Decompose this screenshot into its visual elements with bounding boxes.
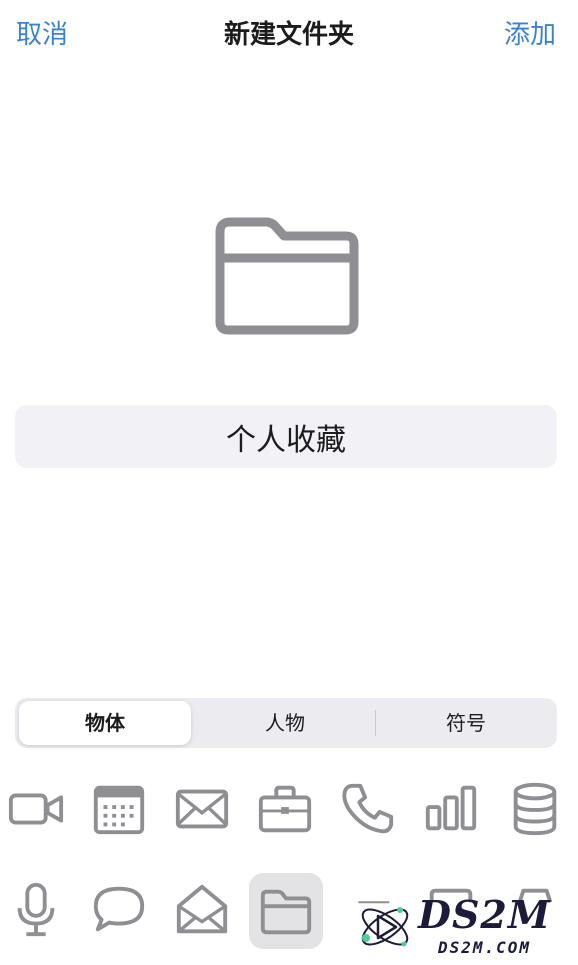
segment-symbols[interactable]: 符号 [377, 701, 555, 745]
phone-icon[interactable] [333, 774, 403, 844]
speech-bubble-icon[interactable] [84, 875, 154, 945]
video-icon[interactable] [1, 774, 71, 844]
segment-objects[interactable]: 物体 [19, 701, 191, 745]
bar-chart-icon[interactable] [416, 774, 486, 844]
watermark-subtext: DS2M.COM [438, 938, 532, 957]
add-button[interactable]: 添加 [504, 14, 556, 51]
envelope-open-icon[interactable] [167, 875, 237, 945]
envelope-icon[interactable] [167, 774, 237, 844]
category-segmented-control: 物体 人物 符号 [15, 698, 557, 748]
folder-name-input[interactable] [15, 405, 557, 468]
segment-people[interactable]: 人物 [195, 701, 375, 745]
page-title: 新建文件夹 [223, 20, 354, 50]
atom-logo-icon [361, 907, 409, 947]
microphone-icon[interactable] [1, 875, 71, 945]
watermark-logo: DS2M DS2M.COM [350, 890, 578, 965]
briefcase-icon[interactable] [250, 774, 320, 844]
segment-divider [375, 710, 376, 736]
watermark-text: DS2M [418, 892, 551, 937]
cylinder-icon[interactable] [500, 774, 570, 844]
calendar-icon[interactable] [84, 774, 154, 844]
folder-icon[interactable] [249, 873, 323, 949]
folder-icon [215, 217, 359, 335]
